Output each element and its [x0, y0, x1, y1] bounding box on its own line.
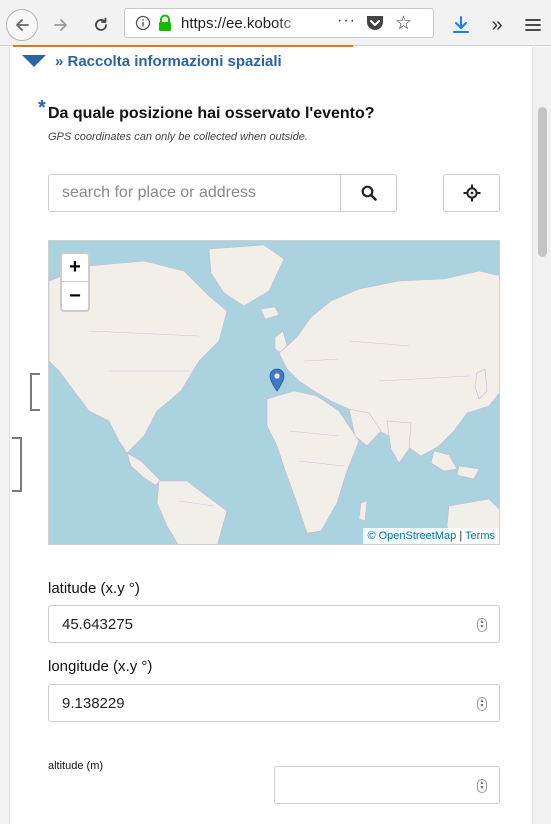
altitude-label: altitude (m) — [48, 760, 104, 772]
altitude-input[interactable]: ▲ ▼ — [274, 766, 500, 804]
collapse-triangle-icon[interactable] — [22, 54, 46, 67]
attribution-separator: | — [456, 530, 466, 542]
map-marker-icon[interactable] — [269, 368, 285, 392]
map-view[interactable]: + − © OpenStreetMap | Terms — [48, 240, 500, 545]
left-bracket-decoration — [30, 373, 40, 411]
latitude-value: 45.643275 — [62, 615, 133, 633]
section-header[interactable]: » Raccolta informazioni spaziali — [22, 53, 282, 70]
star-icon[interactable]: ☆ — [395, 12, 412, 35]
scrollbar-thumb[interactable] — [538, 107, 547, 257]
lock-icon[interactable] — [157, 14, 173, 32]
question-hint: GPS coordinates can only be collected wh… — [48, 131, 308, 143]
attribution-osm-link[interactable]: © OpenStreetMap — [367, 530, 456, 542]
forward-arrow-icon — [54, 19, 67, 31]
zoom-control: + − — [60, 252, 90, 312]
latitude-label: latitude (x.y °) — [48, 580, 140, 597]
page-content: » Raccolta informazioni spaziali * Da qu… — [0, 47, 551, 824]
pocket-icon[interactable] — [365, 14, 385, 32]
search-button[interactable] — [340, 174, 397, 212]
zoom-out-button[interactable]: − — [62, 282, 88, 310]
overflow-button[interactable]: » — [484, 12, 510, 38]
scrollbar[interactable] — [532, 47, 551, 824]
page-actions-button[interactable]: ··· — [337, 12, 356, 30]
back-arrow-icon — [16, 19, 29, 31]
detect-location-button[interactable] — [443, 174, 500, 212]
crosshair-icon — [463, 184, 480, 202]
url-bar[interactable]: https://ee.kobotc ··· ☆ — [124, 8, 434, 38]
info-icon[interactable] — [135, 15, 151, 31]
zoom-in-button[interactable]: + — [62, 254, 88, 282]
url-fade — [275, 11, 315, 35]
latitude-input[interactable]: 45.643275 ▲ ▼ — [48, 605, 500, 643]
search-icon — [361, 185, 377, 201]
reload-button[interactable] — [88, 12, 114, 38]
spinner-icon[interactable]: ▲ ▼ — [477, 779, 487, 793]
section-title: » Raccolta informazioni spaziali — [55, 53, 282, 70]
download-icon — [453, 16, 469, 33]
menu-button[interactable] — [520, 12, 546, 38]
search-input[interactable] — [48, 174, 340, 212]
right-bracket-decoration — [12, 437, 22, 492]
hamburger-menu-icon — [525, 19, 541, 31]
left-gutter — [0, 47, 10, 824]
reload-icon — [95, 17, 107, 31]
world-map-tiles[interactable] — [49, 241, 500, 545]
required-marker: * — [38, 97, 46, 119]
question-label: Da quale posizione hai osservato l'event… — [48, 105, 375, 122]
back-button[interactable] — [6, 9, 38, 41]
longitude-label: longitude (x.y °) — [48, 658, 153, 675]
forward-button[interactable] — [48, 12, 74, 38]
spinner-icon[interactable]: ▲ ▼ — [477, 697, 487, 711]
longitude-input[interactable]: 9.138229 ▲ ▼ — [48, 684, 500, 722]
longitude-value: 9.138229 — [62, 694, 125, 712]
spinner-icon[interactable]: ▲ ▼ — [477, 618, 487, 632]
browser-toolbar: https://ee.kobotc ··· ☆ » — [0, 0, 551, 48]
download-button[interactable] — [448, 12, 474, 38]
attribution-terms-link[interactable]: Terms — [465, 530, 495, 542]
map-attribution: © OpenStreetMap | Terms — [363, 528, 499, 544]
